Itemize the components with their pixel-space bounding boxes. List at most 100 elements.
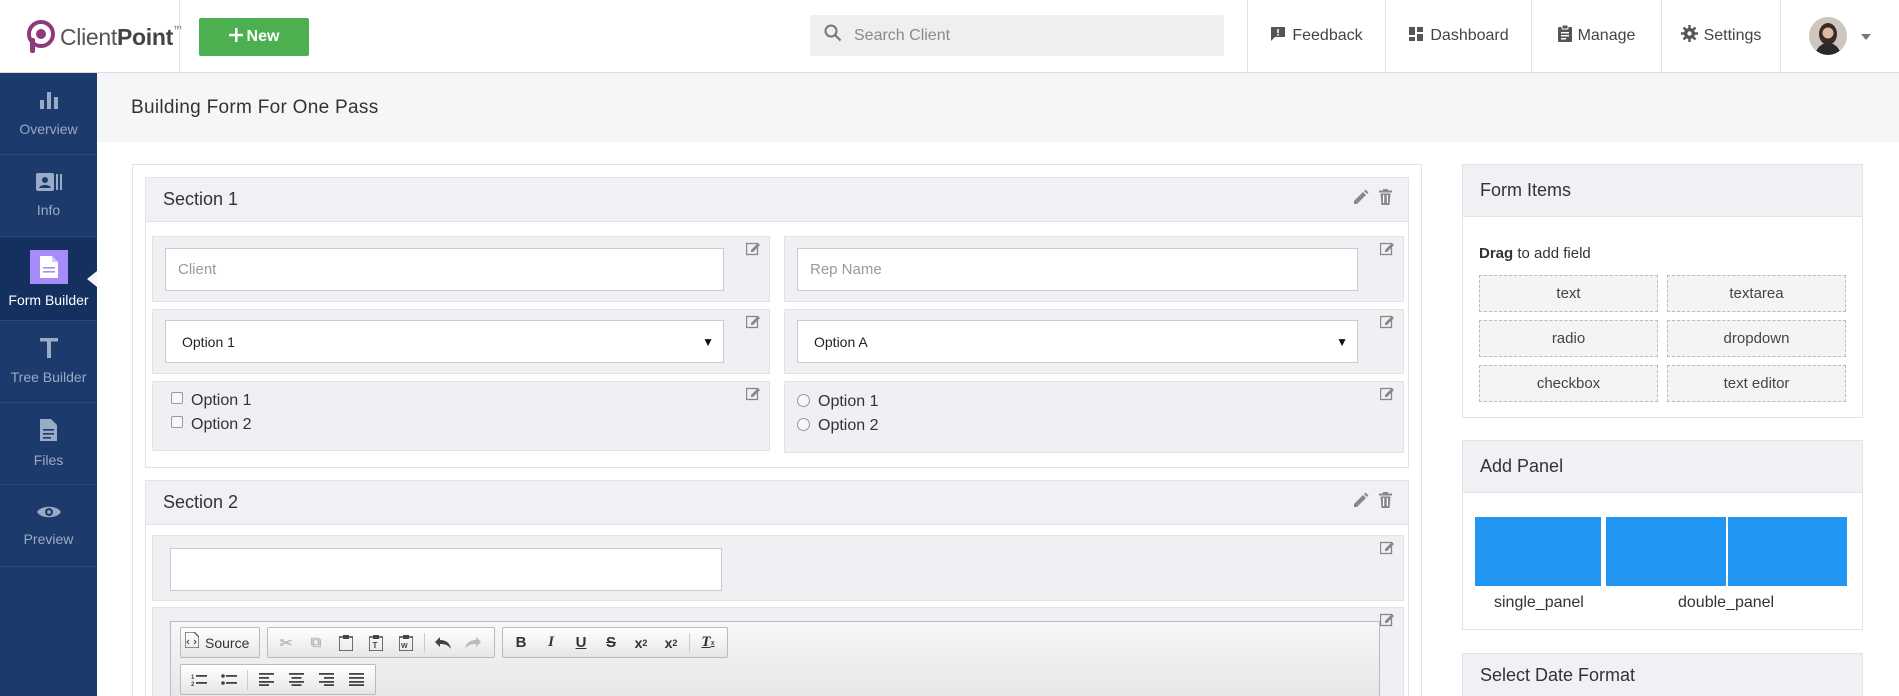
gear-icon — [1680, 25, 1698, 47]
bold-icon[interactable]: B — [507, 631, 535, 655]
double-panel-block-right[interactable] — [1728, 517, 1847, 586]
text-input[interactable] — [170, 548, 722, 591]
edit-field-icon[interactable] — [745, 386, 761, 406]
align-justify-icon[interactable] — [342, 668, 370, 692]
user-menu[interactable] — [1780, 0, 1899, 72]
radio-button[interactable] — [797, 417, 810, 431]
remove-format-icon[interactable]: Tx — [694, 631, 722, 655]
dashboard-icon — [1408, 26, 1424, 47]
feedback-icon — [1270, 26, 1286, 47]
cut-icon[interactable]: ✂ — [272, 631, 300, 655]
nav-feedback[interactable]: Feedback — [1247, 0, 1385, 72]
source-button[interactable]: Source — [205, 635, 249, 651]
panel-title: Add Panel — [1463, 441, 1862, 493]
field-cell-radios[interactable]: Option 1 Option 2 — [784, 381, 1404, 453]
sidebar-item-overview[interactable]: Overview — [0, 73, 97, 155]
form-item-textarea[interactable]: textarea — [1667, 275, 1846, 312]
strikethrough-icon[interactable]: S — [597, 631, 625, 655]
radio-option[interactable]: Option 1 — [797, 393, 878, 411]
logo-mark-icon — [26, 20, 56, 54]
checkbox-option[interactable]: Option 2 — [171, 416, 251, 434]
edit-field-icon[interactable] — [1379, 241, 1395, 261]
nav-manage[interactable]: Manage — [1531, 0, 1661, 72]
bulleted-list-icon[interactable] — [215, 668, 243, 692]
search-box[interactable] — [810, 15, 1224, 56]
copy-icon[interactable]: ⧉ — [302, 631, 330, 655]
sidebar-item-label: Tree Builder — [10, 369, 87, 385]
nav-dashboard-label: Dashboard — [1430, 27, 1509, 44]
chevron-down-icon — [1861, 27, 1871, 45]
align-right-icon[interactable] — [312, 668, 340, 692]
section-header: Section 2 — [146, 481, 1408, 525]
radio-button[interactable] — [797, 393, 810, 407]
edit-field-icon[interactable] — [1379, 314, 1395, 334]
checkbox-option[interactable]: Option 1 — [171, 392, 251, 410]
search-input[interactable] — [854, 26, 1194, 45]
form-item-radio[interactable]: radio — [1479, 320, 1658, 357]
field-cell-client[interactable] — [152, 236, 770, 302]
form-item-text-editor[interactable]: text editor — [1667, 365, 1846, 402]
single-panel-block[interactable] — [1475, 517, 1601, 586]
form-section-2[interactable]: Section 2 Source ✂ ⧉ T W B I U S x 2 x 2… — [145, 480, 1409, 696]
numbered-list-icon[interactable]: 12 — [185, 668, 213, 692]
undo-icon[interactable] — [429, 631, 457, 655]
subscript-icon[interactable]: x2 — [627, 631, 655, 655]
nav-settings[interactable]: Settings — [1661, 0, 1780, 72]
edit-field-icon[interactable] — [1379, 386, 1395, 406]
paste-text-icon[interactable]: T — [362, 631, 390, 655]
field-cell-checkboxes[interactable]: Option 1 Option 2 — [152, 381, 770, 451]
checkbox[interactable] — [171, 416, 183, 428]
pencil-icon[interactable] — [1353, 492, 1369, 513]
editor-toolbar-source: Source — [180, 627, 260, 658]
align-center-icon[interactable] — [282, 668, 310, 692]
dropdown-select-left[interactable]: Option 1 ▼ — [165, 320, 724, 363]
sidebar-item-form-builder[interactable]: Form Builder — [0, 237, 97, 321]
dropdown-select-right[interactable]: Option A ▼ — [797, 320, 1358, 363]
edit-field-icon[interactable] — [1379, 612, 1395, 632]
pencil-icon[interactable] — [1353, 189, 1369, 210]
sidebar-item-tree-builder[interactable]: Tree Builder — [0, 321, 97, 403]
radio-option[interactable]: Option 2 — [797, 417, 878, 435]
nav-settings-label: Settings — [1703, 27, 1762, 44]
double-panel-block-left[interactable] — [1606, 517, 1726, 586]
trash-icon[interactable] — [1379, 189, 1392, 210]
radio-label: Option 2 — [818, 417, 879, 434]
sidebar-item-files[interactable]: Files — [0, 403, 97, 485]
edit-field-icon[interactable] — [745, 314, 761, 334]
sidebar-item-label: Form Builder — [8, 291, 89, 308]
form-item-checkbox[interactable]: checkbox — [1479, 365, 1658, 402]
field-cell-dropdown-right[interactable]: Option A ▼ — [784, 309, 1404, 374]
form-item-text[interactable]: text — [1479, 275, 1658, 312]
form-section-1[interactable]: Section 1 Option 1 ▼ — [145, 177, 1409, 468]
section-header: Section 1 — [146, 178, 1408, 222]
superscript-icon[interactable]: x2 — [657, 631, 685, 655]
nav-dashboard[interactable]: Dashboard — [1385, 0, 1531, 72]
underline-icon[interactable]: U — [567, 631, 595, 655]
edit-field-icon[interactable] — [745, 241, 761, 261]
editor-toolbar-clipboard: ✂ ⧉ T W — [267, 627, 495, 658]
field-cell-rep-name[interactable] — [784, 236, 1404, 302]
checkbox-label: Option 1 — [191, 392, 252, 409]
paste-word-icon[interactable]: W — [392, 631, 420, 655]
source-icon[interactable] — [184, 631, 200, 653]
rep-name-input[interactable] — [797, 248, 1358, 291]
sidebar-item-preview[interactable]: Preview — [0, 485, 97, 567]
form-item-dropdown[interactable]: dropdown — [1667, 320, 1846, 357]
field-cell-text[interactable] — [152, 535, 1404, 601]
paste-icon[interactable] — [332, 631, 360, 655]
rich-text-editor[interactable]: Source ✂ ⧉ T W B I U S x 2 x 2 T x 1 2 — [170, 621, 1380, 696]
trash-icon[interactable] — [1379, 492, 1392, 513]
plus-icon — [228, 27, 243, 47]
clientpoint-logo[interactable]: ClientPoint™ — [26, 20, 182, 54]
checkbox[interactable] — [171, 392, 183, 404]
field-cell-dropdown-left[interactable]: Option 1 ▼ — [152, 309, 770, 374]
sidebar-item-info[interactable]: Info — [0, 155, 97, 237]
field-cell-text-editor[interactable]: Source ✂ ⧉ T W B I U S x 2 x 2 T x 1 2 — [152, 607, 1404, 696]
align-left-icon[interactable] — [252, 668, 280, 692]
italic-icon[interactable]: I — [537, 631, 565, 655]
edit-field-icon[interactable] — [1379, 540, 1395, 560]
sidebar: Overview Info Form Builder Tree Builder … — [0, 73, 97, 696]
redo-icon[interactable] — [459, 631, 487, 655]
client-input[interactable] — [165, 248, 724, 291]
new-button[interactable]: New — [199, 18, 309, 56]
